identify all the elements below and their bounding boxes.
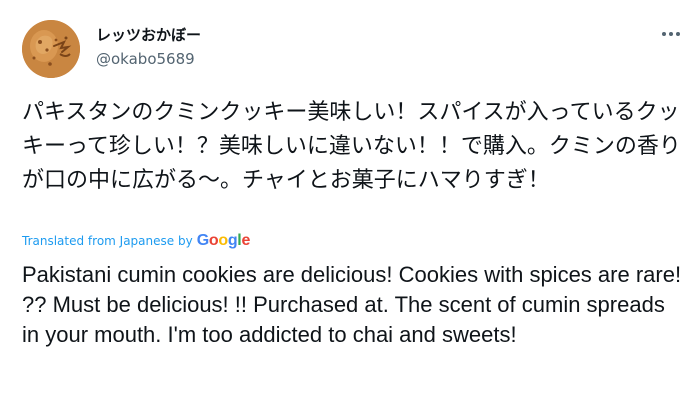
more-icon — [662, 32, 666, 36]
tweet-text: パキスタンのクミンクッキー美味しい！スパイスが入っているクッキーって珍しい！？美… — [22, 100, 681, 193]
more-icon-dot — [669, 32, 673, 36]
google-logo-letter: e — [241, 232, 251, 249]
google-logo-letter: o — [218, 232, 228, 249]
tweet-card: レッツおかぼー @okabo5689 パキスタンのクミンクッキー美味しい！スパイ… — [0, 0, 700, 400]
google-logo: Google — [196, 232, 251, 250]
user-handle[interactable]: @okabo5689 — [96, 50, 195, 68]
translation-attribution[interactable]: Translated from Japanese by Google — [22, 232, 250, 250]
display-name[interactable]: レッツおかぼー — [96, 24, 201, 45]
translated-text: Pakistani cumin cookies are delicious! C… — [22, 262, 682, 347]
more-icon-dot — [676, 32, 680, 36]
more-options-button[interactable] — [656, 22, 686, 46]
avatar[interactable] — [22, 20, 80, 78]
cookie-avatar-icon — [22, 20, 80, 78]
google-logo-letter: G — [196, 232, 209, 249]
google-logo-letter: o — [208, 232, 219, 249]
translation-label: Translated from Japanese by — [22, 234, 193, 248]
google-logo-letter: g — [227, 232, 238, 249]
